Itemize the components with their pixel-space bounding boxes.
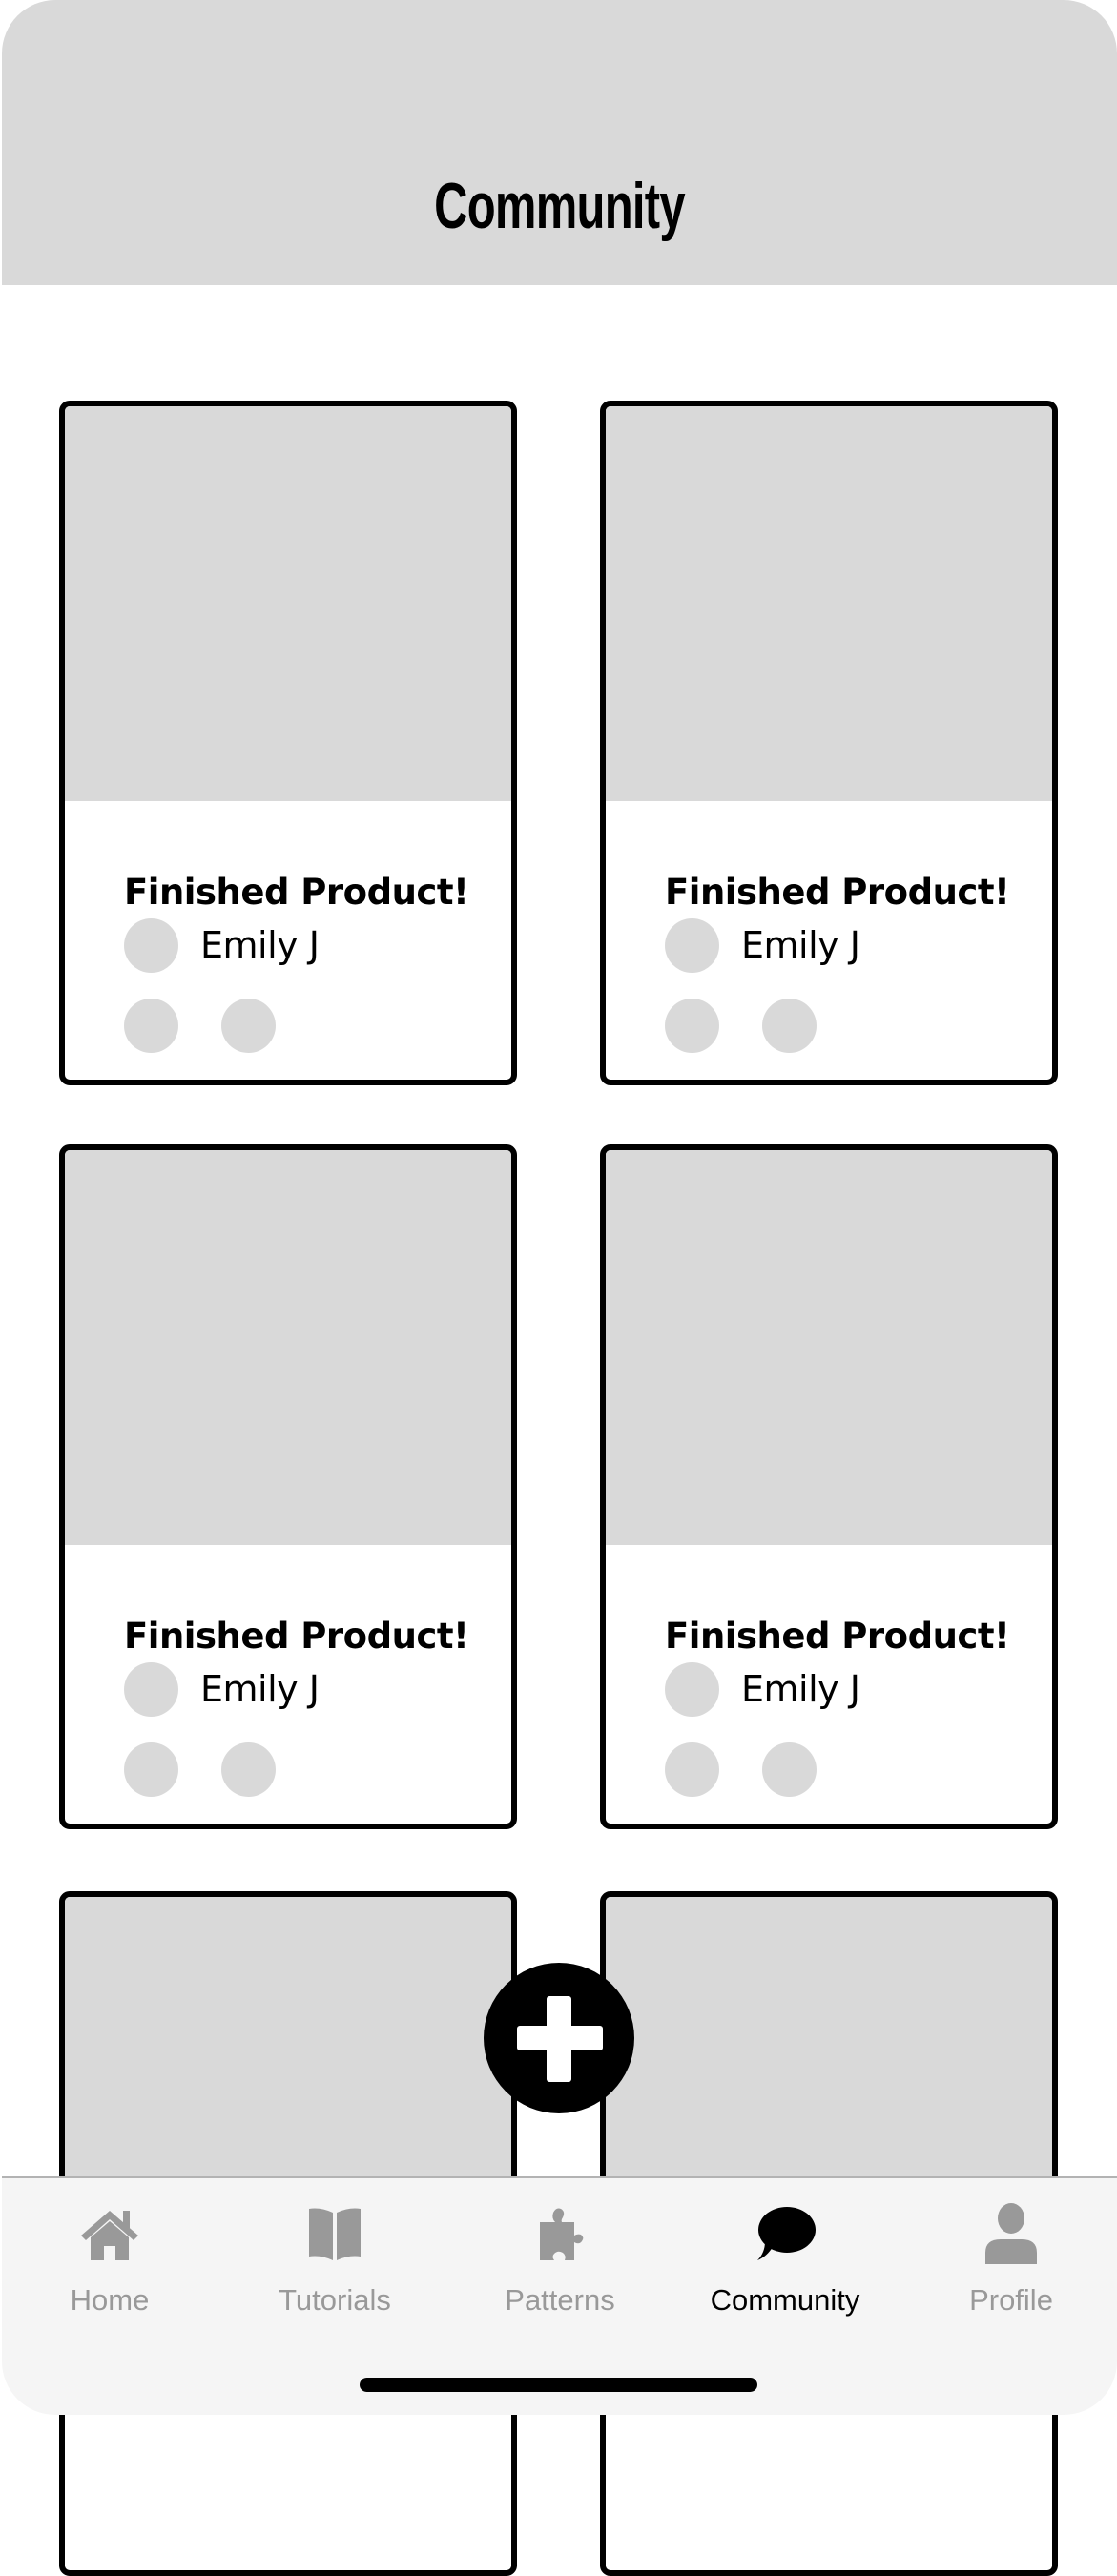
post-image-placeholder[interactable] <box>65 1150 511 1545</box>
post-action-button[interactable] <box>665 1742 719 1797</box>
post-title: Finished Product! <box>124 1616 469 1657</box>
post-card[interactable]: Finished Product! Emily J <box>600 1144 1058 1829</box>
post-author[interactable]: Emily J <box>741 1666 860 1712</box>
post-title: Finished Product! <box>124 872 469 913</box>
home-icon <box>76 2203 143 2264</box>
tab-label: Profile <box>969 2283 1053 2317</box>
chat-bubble-icon <box>752 2203 818 2264</box>
post-image-placeholder[interactable] <box>65 406 511 801</box>
home-indicator[interactable] <box>360 2378 757 2392</box>
tab-label: Tutorials <box>279 2283 391 2317</box>
post-card[interactable]: Finished Product! Emily J <box>59 401 517 1085</box>
post-action-button[interactable] <box>124 999 178 1053</box>
post-image-placeholder[interactable] <box>606 406 1052 801</box>
post-card[interactable]: Finished Product! Emily J <box>59 1144 517 1829</box>
tab-profile[interactable]: Profile <box>899 2178 1117 2331</box>
post-action-button[interactable] <box>762 1742 817 1797</box>
post-action-button[interactable] <box>762 999 817 1053</box>
post-author[interactable]: Emily J <box>200 922 320 968</box>
person-icon <box>978 2203 1045 2264</box>
post-author[interactable]: Emily J <box>741 922 860 968</box>
tab-label: Patterns <box>505 2283 615 2317</box>
post-title: Finished Product! <box>665 1616 1010 1657</box>
tab-community[interactable]: Community <box>672 2178 898 2331</box>
page-title: Community <box>2 168 1117 244</box>
author-avatar[interactable] <box>124 1662 178 1717</box>
book-icon <box>301 2203 368 2264</box>
tab-patterns[interactable]: Patterns <box>447 2178 672 2331</box>
header: Community <box>2 0 1117 285</box>
author-avatar[interactable] <box>665 918 719 973</box>
post-action-button[interactable] <box>124 1742 178 1797</box>
tab-home[interactable]: Home <box>0 2178 222 2331</box>
post-action-button[interactable] <box>221 999 276 1053</box>
puzzle-icon <box>527 2203 593 2264</box>
post-image-placeholder[interactable] <box>606 1150 1052 1545</box>
author-avatar[interactable] <box>124 918 178 973</box>
tab-label: Community <box>710 2283 860 2317</box>
page-title-text: Community <box>434 170 686 242</box>
tab-label: Home <box>70 2283 150 2317</box>
add-post-button[interactable] <box>484 1963 634 2113</box>
plus-icon-bar <box>517 2026 603 2050</box>
post-title: Finished Product! <box>665 872 1010 913</box>
post-author[interactable]: Emily J <box>200 1666 320 1712</box>
post-action-button[interactable] <box>221 1742 276 1797</box>
tab-tutorials[interactable]: Tutorials <box>222 2178 447 2331</box>
author-avatar[interactable] <box>665 1662 719 1717</box>
post-card[interactable]: Finished Product! Emily J <box>600 401 1058 1085</box>
post-action-button[interactable] <box>665 999 719 1053</box>
